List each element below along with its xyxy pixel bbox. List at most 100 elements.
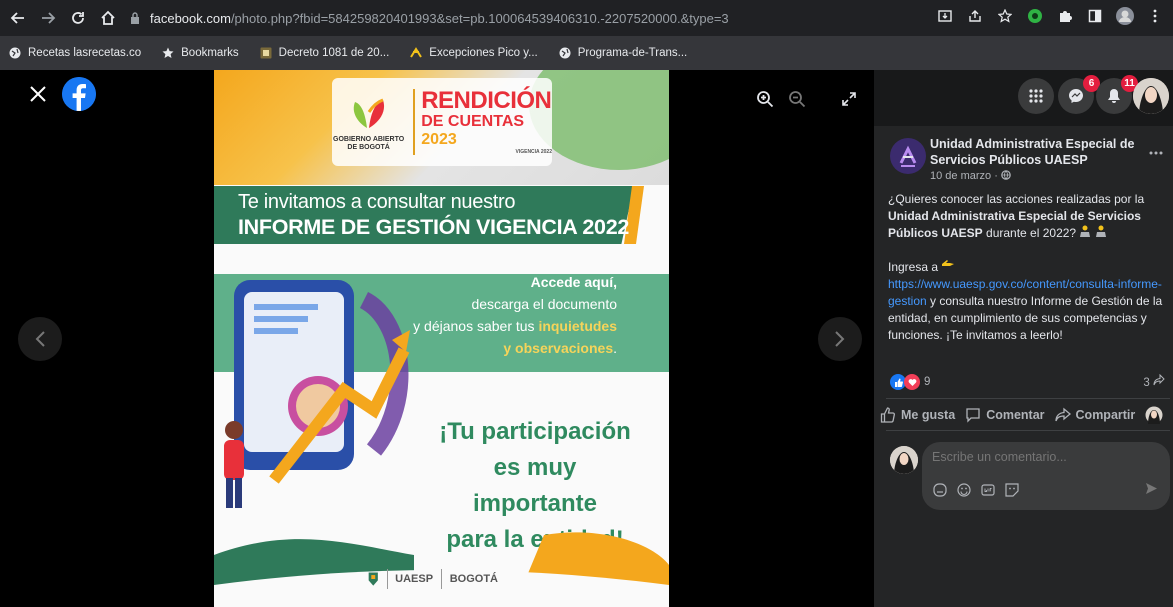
thumbs-up-icon xyxy=(880,407,895,423)
extensions-area xyxy=(935,6,1165,26)
close-viewer-button[interactable] xyxy=(26,82,50,106)
rendicion-cuentas-logo: RENDICIÓN DE CUENTAS 2023 VIGENCIA 2022 xyxy=(413,89,552,155)
photo-viewer: GOBIERNO ABIERTO DE BOGOTÁ RENDICIÓN DE … xyxy=(0,70,874,607)
comment-icon xyxy=(966,408,980,423)
post-sidebar: 6 11 Unidad Administrativa Especial de S… xyxy=(874,70,1173,607)
page-avatar[interactable] xyxy=(890,138,926,174)
uaesp-logo-icon xyxy=(899,145,917,167)
person-emoji-icon xyxy=(1095,225,1106,237)
back-button[interactable] xyxy=(6,6,30,30)
globe-icon xyxy=(8,46,22,60)
messenger-button[interactable]: 6 xyxy=(1058,75,1100,114)
bookmark-label: Excepciones Pico y... xyxy=(429,47,538,59)
comment-input[interactable] xyxy=(932,450,1132,464)
globe-icon xyxy=(558,46,572,60)
reload-button[interactable] xyxy=(66,6,90,30)
notifications-button[interactable]: 11 xyxy=(1096,75,1138,114)
facebook-logo-icon[interactable] xyxy=(62,77,96,111)
top-nav-icons: 6 11 xyxy=(874,70,1173,126)
zoom-out-button[interactable] xyxy=(786,88,808,110)
extension-green-icon[interactable] xyxy=(1025,6,1045,26)
home-button[interactable] xyxy=(96,6,120,30)
profile-avatar-icon[interactable] xyxy=(1115,6,1135,26)
side-panel-icon[interactable] xyxy=(1085,6,1105,26)
poster-title-line1: Te invitamos a consultar nuestro xyxy=(238,191,516,213)
commenter-avatar[interactable] xyxy=(890,446,918,474)
love-reaction-icon xyxy=(904,374,920,390)
tablet-illustration xyxy=(224,280,410,508)
bogota-logo: BOGOTÁ xyxy=(449,573,498,585)
gobierno-abierto-logo: GOBIERNO ABIERTO DE BOGOTÁ xyxy=(332,92,405,151)
poster-title-line2: INFORME DE GESTIÓN VIGENCIA 2022 xyxy=(238,215,630,239)
post-timestamp[interactable]: 10 de marzo · xyxy=(930,170,1011,182)
comment-button[interactable]: Comentar xyxy=(965,407,1045,423)
bookmark-programa[interactable]: Programa-de-Trans... xyxy=(558,46,688,60)
pointing-hand-emoji-icon xyxy=(942,260,955,266)
bookmark-bookmarks[interactable]: Bookmarks xyxy=(161,46,239,60)
share-button[interactable]: Compartir xyxy=(1054,407,1135,423)
gif-icon[interactable] xyxy=(980,482,996,498)
butterfly-logo-icon xyxy=(353,98,384,129)
bookmark-excepciones[interactable]: Excepciones Pico y... xyxy=(409,46,538,60)
bookmark-label: Recetas lasrecetas.co xyxy=(28,47,142,59)
lock-icon[interactable] xyxy=(128,11,142,25)
post-photo: GOBIERNO ABIERTO DE BOGOTÁ RENDICIÓN DE … xyxy=(214,70,669,607)
zoom-in-button[interactable] xyxy=(754,88,776,110)
shares-count[interactable]: 3 xyxy=(1143,373,1165,389)
send-comment-button[interactable] xyxy=(1145,482,1158,498)
send-icon xyxy=(1146,483,1157,494)
sticker-icon[interactable] xyxy=(1004,482,1020,498)
post-actions: Me gusta Comentar Compartir xyxy=(880,406,1163,424)
install-app-icon[interactable] xyxy=(935,6,955,26)
forward-button[interactable] xyxy=(36,6,60,30)
more-horizontal-icon xyxy=(1149,151,1163,155)
account-avatar[interactable] xyxy=(1133,78,1169,114)
post-options-button[interactable] xyxy=(1149,142,1163,158)
poster-footer-logos: UAESP BOGOTÁ xyxy=(368,564,498,594)
next-photo-button[interactable] xyxy=(818,317,862,361)
page-name-link[interactable]: Unidad Administrativa Especial de Servic… xyxy=(930,136,1140,168)
bookmark-label: Decreto 1081 de 20... xyxy=(278,47,390,59)
star-icon xyxy=(161,46,175,60)
yellow-mark-icon xyxy=(409,46,423,60)
bookmark-recetas[interactable]: Recetas lasrecetas.co xyxy=(8,46,141,60)
reactions-count: 9 xyxy=(924,376,931,388)
post-body: ¿Quieres conocer las acciones realizadas… xyxy=(888,192,1163,342)
poster-header-logos: GOBIERNO ABIERTO DE BOGOTÁ RENDICIÓN DE … xyxy=(332,78,552,166)
bookmark-star-icon[interactable] xyxy=(995,6,1015,26)
fullscreen-button[interactable] xyxy=(838,88,860,110)
messenger-icon xyxy=(1069,89,1083,103)
zoom-in-icon xyxy=(757,91,774,108)
expand-icon xyxy=(842,92,856,106)
emoji-icon[interactable] xyxy=(956,482,972,498)
reactions-summary[interactable]: 9 xyxy=(890,374,930,390)
menu-grid-button[interactable] xyxy=(1018,78,1054,114)
comment-tools xyxy=(932,482,1020,498)
close-icon xyxy=(30,86,46,102)
globe-privacy-icon xyxy=(1001,170,1011,180)
bookmarks-bar: Recetas lasrecetas.co Bookmarks Decreto … xyxy=(0,36,1173,70)
chevron-right-icon xyxy=(835,331,845,347)
person-emoji-icon xyxy=(1080,225,1091,237)
alcaldia-shield-icon xyxy=(368,572,378,586)
chevron-left-icon xyxy=(35,331,45,347)
like-button[interactable]: Me gusta xyxy=(880,407,955,423)
comment-composer xyxy=(922,442,1170,510)
address-bar[interactable]: facebook.com/photo.php?fbid=584259820401… xyxy=(128,4,928,32)
share-icon xyxy=(1153,373,1165,386)
profile-avatar-icon xyxy=(1145,406,1163,424)
bell-icon xyxy=(1108,89,1120,103)
reaction-profile-selector[interactable] xyxy=(1145,406,1163,424)
doc-icon xyxy=(259,46,273,60)
share-icon[interactable] xyxy=(965,6,985,26)
bookmark-label: Programa-de-Trans... xyxy=(577,47,688,59)
previous-photo-button[interactable] xyxy=(18,317,62,361)
browser-menu-icon[interactable] xyxy=(1145,6,1165,26)
avatar-sticker-icon[interactable] xyxy=(932,482,948,498)
browser-toolbar: facebook.com/photo.php?fbid=584259820401… xyxy=(0,0,1173,36)
grid-menu-icon xyxy=(1029,89,1043,103)
url-path: /photo.php?fbid=584259820401993&set=pb.1… xyxy=(230,10,729,26)
url-host: facebook.com xyxy=(150,10,231,26)
extensions-puzzle-icon[interactable] xyxy=(1055,6,1075,26)
bookmark-decreto[interactable]: Decreto 1081 de 20... xyxy=(259,46,390,60)
